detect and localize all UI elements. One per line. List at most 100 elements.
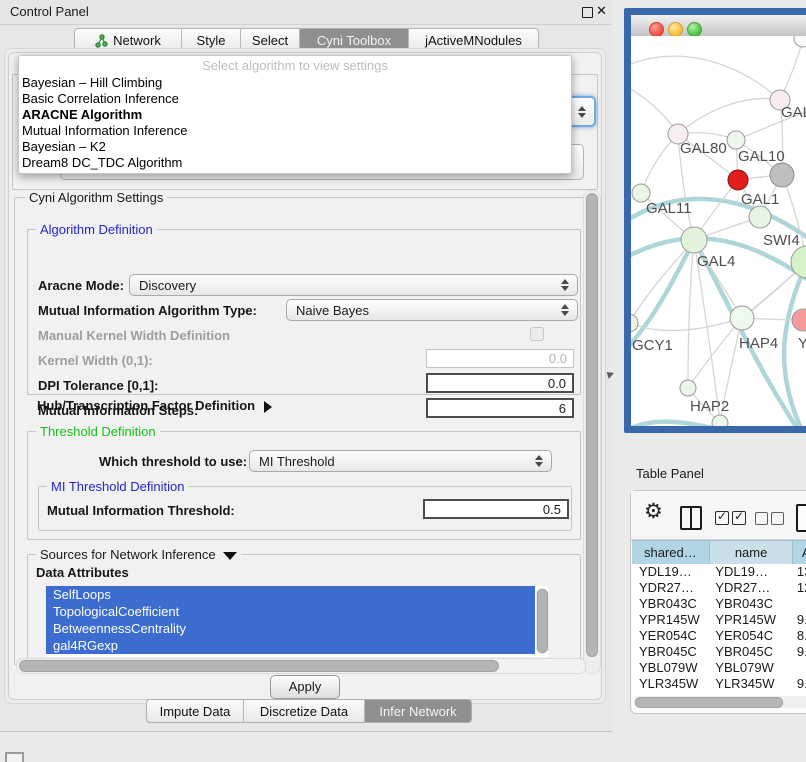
network-node[interactable]	[749, 206, 771, 228]
table-row[interactable]: YBL079WYBL079W	[632, 660, 806, 676]
network-edge[interactable]	[688, 240, 694, 388]
manual-kernel-checkbox[interactable]	[530, 327, 544, 341]
file-icon[interactable]	[796, 504, 806, 532]
table-row[interactable]: YBR045CYBR045C9.	[632, 644, 806, 660]
bottom-tab-discretize-data[interactable]: Discretize Data	[244, 700, 365, 722]
table-cell: YLR345W	[632, 676, 708, 692]
table-row[interactable]: YPR145WYPR145W9.	[632, 612, 806, 628]
table-row[interactable]: YBR043CYBR043C	[632, 596, 806, 612]
network-node[interactable]	[794, 36, 806, 47]
network-node[interactable]	[727, 131, 745, 149]
list-scrollbar[interactable]	[536, 588, 547, 654]
mi-threshold-groupbox: MI Threshold Definition Mutual Informati…	[38, 486, 572, 531]
close-traffic-light-icon[interactable]	[649, 22, 664, 37]
combo-arrows-icon	[560, 304, 568, 316]
dpi-tolerance-label: DPI Tolerance [0,1]:	[38, 378, 158, 393]
deselect-all-checkbox-icon[interactable]	[771, 512, 784, 525]
close-icon[interactable]: ✕	[596, 3, 607, 19]
settings-vscroll-thumb[interactable]	[586, 193, 598, 657]
minimize-traffic-light-icon[interactable]	[668, 22, 683, 37]
column-header[interactable]: name	[710, 540, 794, 566]
algorithm-option[interactable]: Basic Correlation Inference	[19, 91, 571, 107]
mi-type-combobox[interactable]: Naive Bayes	[286, 299, 578, 321]
hub-definition-expander[interactable]: Hub/Transcription Factor Definition	[37, 398, 272, 413]
table-cell: 8.	[790, 628, 806, 644]
network-view-window: GALGAL80GAL10GAL1GAL11SWI4GAL4GCY1HAP4YH…	[624, 8, 806, 433]
attribute-item[interactable]: TopologicalCoefficient	[46, 603, 535, 620]
algorithm-option[interactable]: Dream8 DC_TDC Algorithm	[19, 155, 571, 171]
apply-button[interactable]: Apply	[270, 675, 340, 699]
mi-threshold-field[interactable]: 0.5	[423, 499, 569, 519]
algorithm-dropdown-popup: Select algorithm to view settings Bayesi…	[18, 55, 572, 174]
table-cell: 9.	[790, 612, 806, 628]
bottom-left-widget[interactable]	[5, 752, 24, 762]
table-horizontal-scrollbar[interactable]	[634, 696, 806, 708]
network-node[interactable]	[792, 309, 806, 331]
network-node[interactable]	[631, 314, 638, 332]
table-hscroll-thumb[interactable]	[635, 697, 783, 708]
data-attributes-list[interactable]: SelfLoopsTopologicalCoefficientBetweenne…	[46, 586, 548, 657]
network-canvas[interactable]: GALGAL80GAL10GAL1GAL11SWI4GAL4GCY1HAP4YH…	[631, 36, 806, 426]
tab-label: Style	[197, 33, 226, 48]
column-header[interactable]: A	[793, 540, 806, 566]
network-node[interactable]	[730, 306, 754, 330]
table-header-row: shared…nameA	[632, 540, 806, 564]
network-node[interactable]	[791, 246, 806, 278]
table-cell: 13	[790, 564, 806, 580]
network-edge[interactable]	[631, 56, 780, 100]
settings-horizontal-scrollbar[interactable]	[16, 658, 586, 674]
mi-type-label: Mutual Information Algorithm Type:	[38, 303, 257, 318]
table-row[interactable]: YDR27…YDR27…12	[632, 580, 806, 596]
aracne-mode-combobox[interactable]: Discovery	[129, 274, 578, 296]
network-node[interactable]	[680, 380, 696, 396]
table-cell: YBR045C	[632, 644, 708, 660]
node-label: GAL11	[646, 200, 692, 217]
gear-icon[interactable]: ⚙	[644, 499, 663, 524]
column-header[interactable]: shared…	[632, 540, 710, 566]
bottom-tab-infer-network[interactable]: Infer Network	[365, 700, 471, 722]
settings-vertical-scrollbar[interactable]	[583, 190, 601, 674]
tab-label: Cyni Toolbox	[317, 33, 391, 48]
table-row[interactable]: YLR345WYLR345W9.	[632, 676, 806, 692]
network-edge[interactable]	[694, 240, 742, 318]
dpi-tolerance-field[interactable]: 0.0	[426, 373, 574, 393]
network-node[interactable]	[681, 227, 707, 253]
node-label: SWI4	[763, 232, 800, 249]
algorithm-option[interactable]: Bayesian – K2	[19, 139, 571, 155]
table-cell: YPR145W	[632, 612, 708, 628]
table-cell: YDR27…	[708, 580, 790, 596]
popup-placeholder: Select algorithm to view settings	[19, 56, 571, 75]
zoom-traffic-light-icon[interactable]	[687, 22, 702, 37]
hub-definition-label: Hub/Transcription Factor Definition	[37, 398, 255, 413]
algorithm-option[interactable]: Bayesian – Hill Climbing	[19, 75, 571, 91]
popup-item-list: Bayesian – Hill ClimbingBasic Correlatio…	[19, 75, 571, 171]
bottom-tab-impute-data[interactable]: Impute Data	[147, 700, 244, 722]
mi-threshold-title: MI Threshold Definition	[47, 479, 188, 494]
table-cell: YLR345W	[708, 676, 790, 692]
manual-kernel-label: Manual Kernel Width Definition	[38, 328, 230, 343]
deselect-all-checkbox-icon[interactable]	[755, 512, 768, 525]
select-all-checkbox-icon[interactable]: ✓	[732, 511, 746, 525]
select-all-checkbox-icon[interactable]: ✓	[715, 511, 729, 525]
attribute-item[interactable]: BetweennessCentrality	[46, 620, 535, 637]
kernel-width-field[interactable]: 0.0	[426, 349, 574, 368]
table-cell: 9.	[790, 692, 806, 695]
attribute-item[interactable]: SelfLoops	[46, 586, 535, 603]
attribute-item[interactable]: gal4RGexp	[46, 637, 535, 654]
which-threshold-combobox[interactable]: MI Threshold	[249, 450, 552, 472]
table-row[interactable]: YER054CYER054C8.	[632, 628, 806, 644]
algorithm-option[interactable]: ARACNE Algorithm	[19, 107, 571, 123]
table-row[interactable]: YDL19…YDL19…13	[632, 564, 806, 580]
settings-hscroll-thumb[interactable]	[19, 660, 499, 672]
list-scrollbar-thumb[interactable]	[537, 589, 548, 653]
algorithm-option[interactable]: Mutual Information Inference	[19, 123, 571, 139]
network-window-titlebar[interactable]	[631, 15, 806, 37]
tab-label: jActiveMNodules	[425, 33, 522, 48]
table-row[interactable]: YIL052CYIL052C9.	[632, 692, 806, 695]
columns-icon[interactable]	[680, 506, 702, 530]
network-node[interactable]	[712, 415, 728, 426]
mi-steps-field[interactable]: 6	[426, 398, 574, 418]
float-window-icon[interactable]	[582, 7, 593, 18]
network-node[interactable]	[728, 170, 748, 190]
network-node[interactable]	[770, 163, 794, 187]
